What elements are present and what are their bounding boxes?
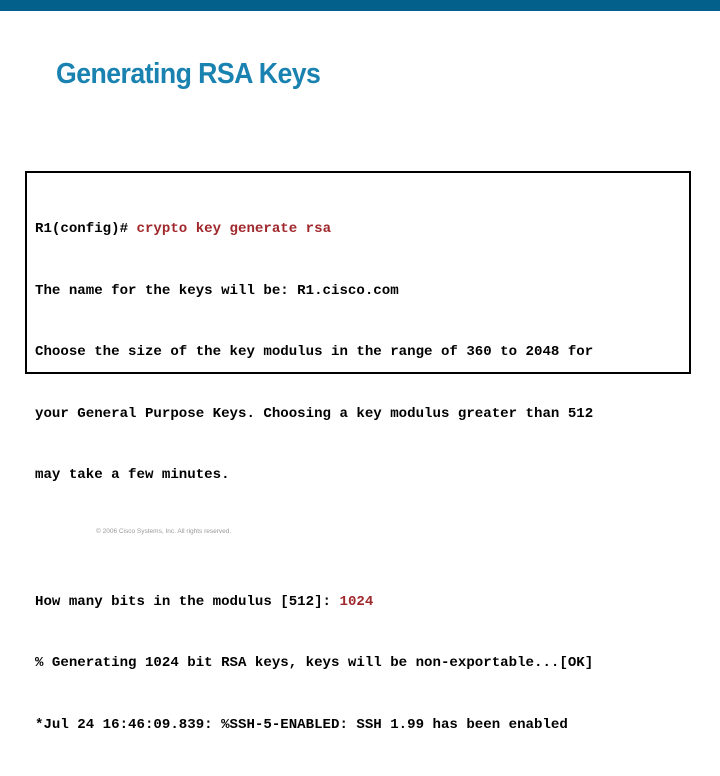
modulus-input-value: 1024 <box>339 593 374 610</box>
slide-title: Generating RSA Keys <box>56 58 321 90</box>
terminal-line-modulus-prompt: How many bits in the modulus [512]: 1024 <box>35 592 593 613</box>
terminal-output-box: R1(config)# crypto key generate rsa The … <box>25 171 691 733</box>
cli-prompt: R1(config)# <box>35 221 137 237</box>
modulus-prompt: How many bits in the modulus [512]: <box>35 593 340 610</box>
terminal-line-modulus-choice-3: may take a few minutes. <box>35 467 230 483</box>
cli-command: crypto key generate rsa <box>136 221 332 237</box>
terminal-lines: R1(config)# crypto key generate rsa The … <box>35 178 593 776</box>
terminal-line-modulus-choice-2: your General Purpose Keys. Choosing a ke… <box>35 405 594 422</box>
terminal-line-ssh-enabled: *Jul 24 16:46:09.839: %SSH-5-ENABLED: SS… <box>35 716 568 733</box>
terminal-line-prompt-command: R1(config)# crypto key generate rsa <box>35 219 593 240</box>
top-banner-bar <box>0 0 720 11</box>
terminal-line-key-name: The name for the keys will be: R1.cisco.… <box>35 282 399 299</box>
terminal-line-generating: % Generating 1024 bit RSA keys, keys wil… <box>35 655 594 671</box>
terminal-line-modulus-choice-1: Choose the size of the key modulus in th… <box>35 344 594 360</box>
copyright-footer: © 2006 Cisco Systems, Inc. All rights re… <box>96 528 232 535</box>
